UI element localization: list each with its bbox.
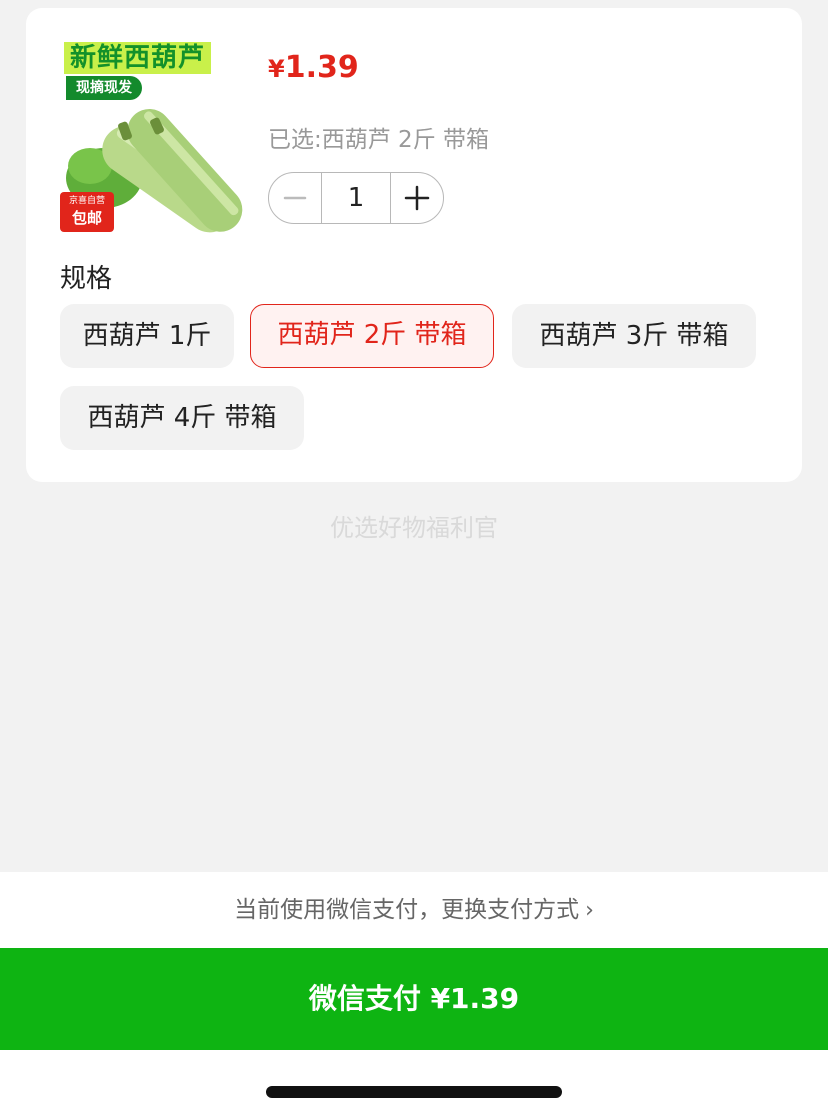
badge-main-text: 包邮	[71, 209, 102, 227]
plus-icon	[404, 185, 430, 211]
change-payment-method[interactable]: 当前使用微信支付，更换支付方式 ›	[0, 872, 828, 948]
product-card: 新鲜西葫芦 现摘现发 京喜自营 包邮 ¥1.39 已选:西葫芦 2斤 带箱 1	[26, 8, 802, 482]
spec-option-4[interactable]: 西葫芦 4斤 带箱	[60, 386, 304, 450]
chevron-right-icon: ›	[585, 898, 594, 923]
quantity-stepper: 1	[268, 172, 444, 224]
price-symbol: ¥	[268, 55, 285, 83]
payment-switch-text: 当前使用微信支付，更换支付方式	[234, 897, 580, 923]
decrement-button[interactable]	[269, 173, 321, 223]
spec-option-1[interactable]: 西葫芦 1斤	[60, 304, 234, 368]
free-shipping-badge: 京喜自营 包邮	[60, 192, 114, 232]
price-value: 1.39	[284, 50, 359, 85]
selected-spec-text: 已选:西葫芦 2斤 带箱	[268, 127, 490, 153]
image-title: 新鲜西葫芦	[64, 42, 212, 74]
badge-top-text: 京喜自营	[68, 196, 105, 206]
increment-button[interactable]	[391, 173, 443, 223]
price: ¥1.39	[268, 50, 359, 85]
product-image[interactable]: 新鲜西葫芦 现摘现发 京喜自营 包邮	[60, 38, 250, 234]
spec-label: 规格	[60, 264, 113, 294]
bottom-safe-area	[0, 1050, 828, 1114]
image-subtitle: 现摘现发	[66, 76, 142, 100]
checkout-page: 新鲜西葫芦 现摘现发 京喜自营 包邮 ¥1.39 已选:西葫芦 2斤 带箱 1	[0, 0, 828, 1114]
spec-option-2-selected[interactable]: 西葫芦 2斤 带箱	[250, 304, 494, 368]
quantity-value[interactable]: 1	[321, 173, 391, 223]
home-indicator[interactable]	[266, 1086, 562, 1098]
minus-icon	[283, 196, 307, 200]
spec-option-3[interactable]: 西葫芦 3斤 带箱	[512, 304, 756, 368]
footer-note: 优选好物福利官	[330, 514, 498, 542]
wechat-pay-button[interactable]: 微信支付 ¥1.39	[0, 948, 828, 1050]
